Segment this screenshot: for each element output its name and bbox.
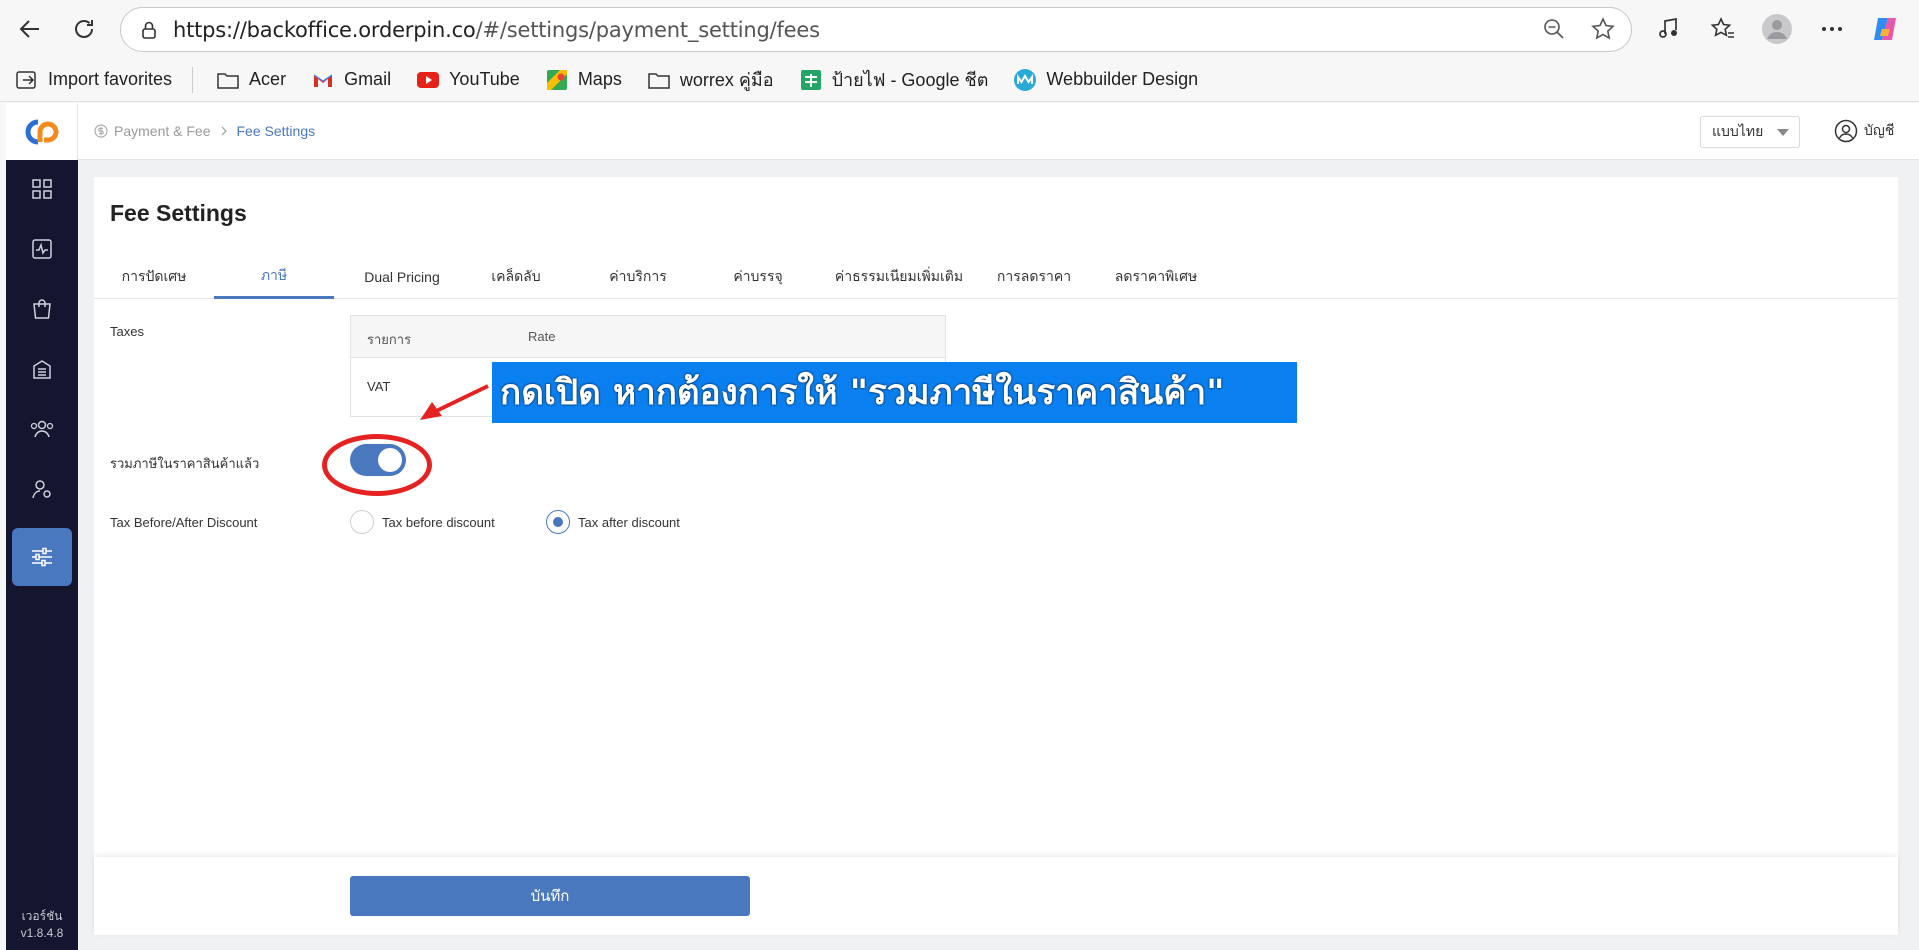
sliders-icon (32, 547, 52, 567)
folder-icon (215, 68, 241, 92)
sidebar-item-orders[interactable] (12, 280, 72, 338)
url-text: https://backoffice.orderpin.co/#/setting… (173, 17, 820, 42)
bookmark-maps[interactable]: Maps (544, 68, 622, 92)
chevron-right-icon (221, 126, 227, 136)
tax-order-label: Tax Before/After Discount (110, 515, 258, 530)
zoom-out-icon[interactable] (1540, 15, 1568, 43)
app-topbar: Payment & Fee Fee Settings แบบไทย บัญชี (78, 103, 1919, 160)
tab-discounts[interactable]: การลดราคา (984, 255, 1084, 299)
include-tax-label: รวมภาษีในราคาสินค้าแล้ว (110, 456, 260, 471)
sheets-icon (798, 68, 824, 92)
maps-icon (544, 68, 570, 92)
radio-button-checked[interactable] (546, 510, 570, 534)
tab-service-charge[interactable]: ค่าบริการ (588, 255, 688, 299)
sidebar-item-customers[interactable] (12, 400, 72, 458)
breadcrumb-parent[interactable]: Payment & Fee (114, 123, 211, 139)
folder-icon (646, 68, 672, 92)
user-settings-icon (32, 480, 51, 499)
browser-toolbar: https://backoffice.orderpin.co/#/setting… (0, 0, 1919, 58)
sidebar-item-dashboard[interactable] (12, 160, 72, 218)
bookmarks-bar: Import favorites Acer Gmail YouTube Maps… (0, 58, 1919, 102)
bookmark-youtube[interactable]: YouTube (415, 68, 520, 92)
bookmark-acer[interactable]: Acer (215, 68, 286, 92)
breadcrumb-current: Fee Settings (236, 123, 316, 139)
more-menu-icon[interactable] (1815, 12, 1849, 46)
breadcrumb: Payment & Fee Fee Settings (94, 123, 315, 139)
sidebar-item-settings[interactable] (12, 528, 72, 586)
sidebar-item-staff[interactable] (12, 460, 72, 518)
sidebar: เวอร์ชัน v1.8.4.8 (6, 160, 78, 950)
activity-icon (32, 239, 52, 259)
tab-tips[interactable]: เคล็ดลับ (466, 255, 566, 299)
bookmark-import-favorites[interactable]: Import favorites (14, 68, 172, 92)
version-info: เวอร์ชัน v1.8.4.8 (20, 909, 64, 940)
bookmarks-divider (192, 66, 194, 93)
lock-icon[interactable] (135, 16, 163, 44)
building-icon (33, 360, 51, 379)
caret-down-icon (1777, 129, 1789, 136)
tab-dual-pricing[interactable]: Dual Pricing (348, 255, 456, 299)
table-row-vat[interactable]: VAT (367, 379, 390, 394)
app-logo[interactable] (6, 103, 78, 160)
refresh-icon (75, 20, 93, 38)
favorite-star-icon[interactable] (1589, 15, 1617, 43)
address-bar[interactable]: https://backoffice.orderpin.co/#/setting… (120, 7, 1632, 52)
orderpin-logo-icon (25, 119, 58, 144)
highlight-circle-annotation (322, 434, 432, 496)
dollar-circle-icon (94, 124, 108, 138)
annotation-banner: กดเปิด หากต้องการให้ "รวมภาษีในราคาสินค้… (492, 362, 1297, 423)
column-header-item: รายการ (367, 332, 412, 347)
back-button[interactable] (10, 10, 50, 48)
red-arrow-annotation-icon (420, 384, 489, 420)
radio-tax-before[interactable]: Tax before discount (350, 510, 495, 534)
tab-additional-fees[interactable]: ค่าธรรมเนียมเพิ่มเติม (814, 255, 984, 299)
profile-avatar[interactable] (1760, 12, 1794, 46)
sidebar-item-store[interactable] (12, 340, 72, 398)
gmail-icon (310, 68, 336, 92)
column-header-rate: Rate (528, 329, 556, 344)
import-icon (14, 68, 40, 92)
bookmark-google-sheets[interactable]: ป้ายไฟ - Google ชีต (798, 65, 988, 94)
fee-tabs: การปัดเศษ ภาษี Dual Pricing เคล็ดลับ ค่า… (94, 255, 1898, 299)
tab-tax[interactable]: ภาษี (214, 255, 334, 299)
tab-packaging[interactable]: ค่าบรรจุ (708, 255, 808, 299)
youtube-icon (415, 68, 441, 92)
bookmark-gmail[interactable]: Gmail (310, 68, 391, 92)
save-button[interactable]: บันทึก (350, 876, 750, 916)
taxes-label: Taxes (110, 324, 144, 339)
page-title: Fee Settings (110, 200, 247, 226)
language-select[interactable]: แบบไทย (1700, 116, 1800, 148)
tab-rounding[interactable]: การปัดเศษ (108, 255, 200, 299)
media-icon[interactable] (1652, 12, 1686, 46)
bookmark-webbuilder[interactable]: Webbuilder Design (1012, 68, 1198, 92)
table-header: รายการ Rate (351, 316, 945, 358)
favorites-icon[interactable] (1706, 12, 1740, 46)
tab-special-discounts[interactable]: ลดราคาพิเศษ (1096, 255, 1216, 299)
user-circle-icon (1834, 119, 1858, 143)
refresh-button[interactable] (64, 10, 104, 48)
copilot-icon[interactable] (1868, 12, 1902, 46)
radio-tax-after[interactable]: Tax after discount (546, 510, 680, 534)
back-arrow-icon (19, 20, 39, 38)
shopping-bag-icon (33, 299, 51, 319)
sidebar-item-reports[interactable] (12, 220, 72, 278)
bookmark-worrex[interactable]: worrex คู่มือ (646, 65, 774, 94)
grid-icon (32, 179, 52, 199)
users-icon (30, 420, 54, 438)
webbuilder-icon (1012, 68, 1038, 92)
account-menu[interactable]: บัญชี (1834, 119, 1894, 143)
radio-button[interactable] (350, 510, 374, 534)
